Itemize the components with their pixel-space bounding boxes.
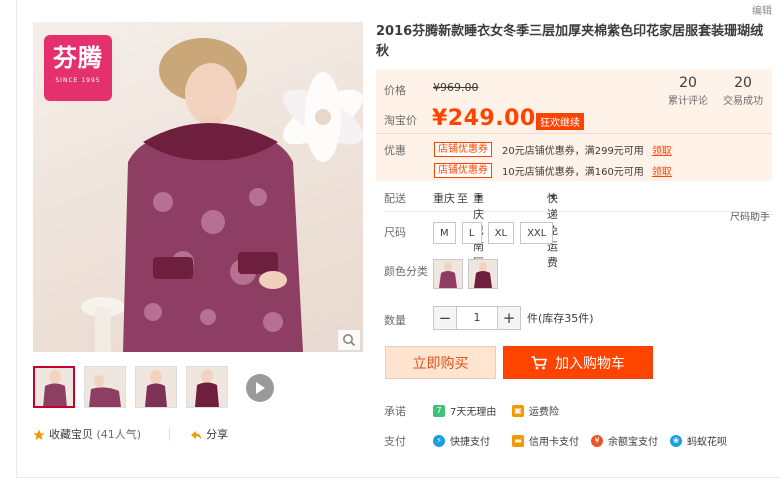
coupon-desc: 20元店铺优惠券，满299元可用 xyxy=(502,146,644,157)
product-title: 2016芬腾新款睡衣女冬季三层加厚夹棉紫色印花家居服套装珊瑚绒秋 xyxy=(376,24,764,59)
coupon-tag: 店铺优惠券 xyxy=(434,163,492,178)
size-option-xxl[interactable]: XXL xyxy=(520,222,554,244)
color-options xyxy=(433,259,498,289)
promise-seven-day[interactable]: 7 7天无理由 xyxy=(433,403,496,418)
size-option-xl[interactable]: XL xyxy=(487,222,515,244)
quantity-stepper: − 1 + 件(库存35件) xyxy=(433,306,594,330)
price-separator xyxy=(376,133,772,134)
review-count: 20 xyxy=(679,75,697,91)
promise-freight-insurance[interactable]: ▣ 运费险 xyxy=(512,403,559,418)
video-play-button[interactable] xyxy=(246,374,274,402)
payment-yuebao[interactable]: ¥ 余额宝支付 xyxy=(591,433,658,448)
quick-pay-icon: ⚡ xyxy=(433,434,445,447)
promise-seven-day-text: 7天无理由 xyxy=(450,407,497,418)
delivery-row: 配送 重庆 至 重庆巴南区 快递 免运费 xyxy=(384,190,772,269)
quantity-plus-button[interactable]: + xyxy=(497,306,521,330)
collect-count: (41人气) xyxy=(96,428,142,441)
share-icon xyxy=(191,431,202,439)
delivery-to-word: 至 xyxy=(457,192,468,205)
zoom-button[interactable] xyxy=(337,329,361,351)
share-button[interactable]: 分享 xyxy=(190,426,228,442)
size-option-l[interactable]: L xyxy=(461,222,482,244)
taobao-price-label: 淘宝价 xyxy=(384,114,417,127)
brand-logo-text: 芬腾 xyxy=(53,44,103,72)
review-count-stat[interactable]: 20 累计评论 xyxy=(666,74,710,107)
delivery-from: 重庆 xyxy=(433,192,455,205)
size-label: 尺码 xyxy=(384,226,406,239)
huabei-icon: ❀ xyxy=(670,434,682,447)
coupon-label: 优惠 xyxy=(384,144,406,157)
size-options: M L XL XXL xyxy=(433,222,554,244)
seven-day-icon: 7 xyxy=(433,404,445,417)
payment-credit-card-text: 信用卡支付 xyxy=(529,437,579,448)
buy-now-button[interactable]: 立即购买 xyxy=(385,346,496,379)
freight-insurance-icon: ▣ xyxy=(512,404,524,417)
coupon-item: 店铺优惠券 10元店铺优惠券，满160元可用 领取 xyxy=(434,163,672,178)
thumbnail-2[interactable] xyxy=(84,366,126,408)
original-price: ¥969.00 xyxy=(433,81,479,94)
yuebao-icon: ¥ xyxy=(591,434,603,447)
thumbnail-4[interactable] xyxy=(186,366,228,408)
delivery-method-select[interactable]: 快递 免运费 xyxy=(547,190,558,269)
thumbnail-3-image xyxy=(145,370,167,407)
color-label: 颜色分类 xyxy=(384,265,428,278)
delivery-label: 配送 xyxy=(384,192,406,205)
thumbnail-2-image xyxy=(89,375,121,407)
brand-logo-sub: SINCE 1995 xyxy=(55,77,101,84)
original-price-label: 价格 xyxy=(384,84,406,97)
promise-label: 承诺 xyxy=(384,405,406,418)
share-label: 分享 xyxy=(206,428,229,441)
collect-share-row: 收藏宝贝 (41人气) 分享 xyxy=(33,426,228,442)
payment-credit-card[interactable]: ▬ 信用卡支付 xyxy=(512,433,579,448)
star-icon xyxy=(33,429,45,440)
coupon-item: 店铺优惠券 20元店铺优惠券，满299元可用 领取 xyxy=(434,142,672,157)
sales-count-stat[interactable]: 20 交易成功 xyxy=(721,74,765,107)
magnifier-icon xyxy=(343,334,356,347)
color-option-1[interactable] xyxy=(433,259,463,289)
promise-freight-insurance-text: 运费险 xyxy=(529,407,559,418)
thumbnail-1-image xyxy=(43,370,67,406)
edit-link[interactable]: 编辑 xyxy=(752,2,772,17)
quantity-input[interactable]: 1 xyxy=(457,306,497,330)
sales-count: 20 xyxy=(734,75,752,91)
payment-quick-pay[interactable]: ⚡ 快捷支付 xyxy=(433,433,490,448)
size-option-m[interactable]: M xyxy=(433,222,456,244)
thumbnail-1[interactable] xyxy=(33,366,75,408)
sales-count-label: 交易成功 xyxy=(723,96,763,107)
quantity-minus-button[interactable]: − xyxy=(433,306,457,330)
payment-label: 支付 xyxy=(384,435,406,448)
collect-button[interactable]: 收藏宝贝 (41人气) xyxy=(33,426,141,442)
quantity-label: 数量 xyxy=(384,314,406,327)
price-box: 价格 ¥969.00 淘宝价 ¥249.00 狂欢继续 20 累计评论 20 交… xyxy=(376,69,772,181)
coupon-get-link[interactable]: 领取 xyxy=(652,163,672,178)
cart-icon xyxy=(531,355,547,369)
add-to-cart-label: 加入购物车 xyxy=(555,355,625,372)
color-option-2[interactable] xyxy=(468,259,498,289)
thumbnail-3[interactable] xyxy=(135,366,177,408)
thumbnail-4-image xyxy=(195,369,219,407)
brand-logo: 芬腾 SINCE 1995 xyxy=(44,35,112,101)
quantity-stock: 件(库存35件) xyxy=(527,312,594,325)
play-icon xyxy=(256,382,265,394)
color-option-2-image xyxy=(474,262,492,288)
add-to-cart-button[interactable]: 加入购物车 xyxy=(503,346,653,379)
payment-huabei-text: 蚂蚁花呗 xyxy=(687,437,727,448)
coupon-desc: 10元店铺优惠券，满160元可用 xyxy=(502,167,644,178)
color-option-1-image xyxy=(439,262,457,288)
delivery-destination-select[interactable]: 重庆巴南区 xyxy=(473,190,484,269)
collect-label: 收藏宝贝 xyxy=(49,428,93,441)
coupon-tag: 店铺优惠券 xyxy=(434,142,492,157)
payment-quick-pay-text: 快捷支付 xyxy=(450,437,490,448)
review-count-label: 累计评论 xyxy=(668,96,708,107)
current-price: ¥249.00 xyxy=(432,106,536,131)
collect-share-divider xyxy=(169,427,171,441)
thumbnail-strip xyxy=(33,366,228,408)
payment-yuebao-text: 余额宝支付 xyxy=(608,437,658,448)
credit-card-icon: ▬ xyxy=(512,434,524,447)
coupon-get-link[interactable]: 领取 xyxy=(652,142,672,157)
payment-huabei[interactable]: ❀ 蚂蚁花呗 xyxy=(670,433,727,448)
promo-badge: 狂欢继续 xyxy=(536,113,584,130)
